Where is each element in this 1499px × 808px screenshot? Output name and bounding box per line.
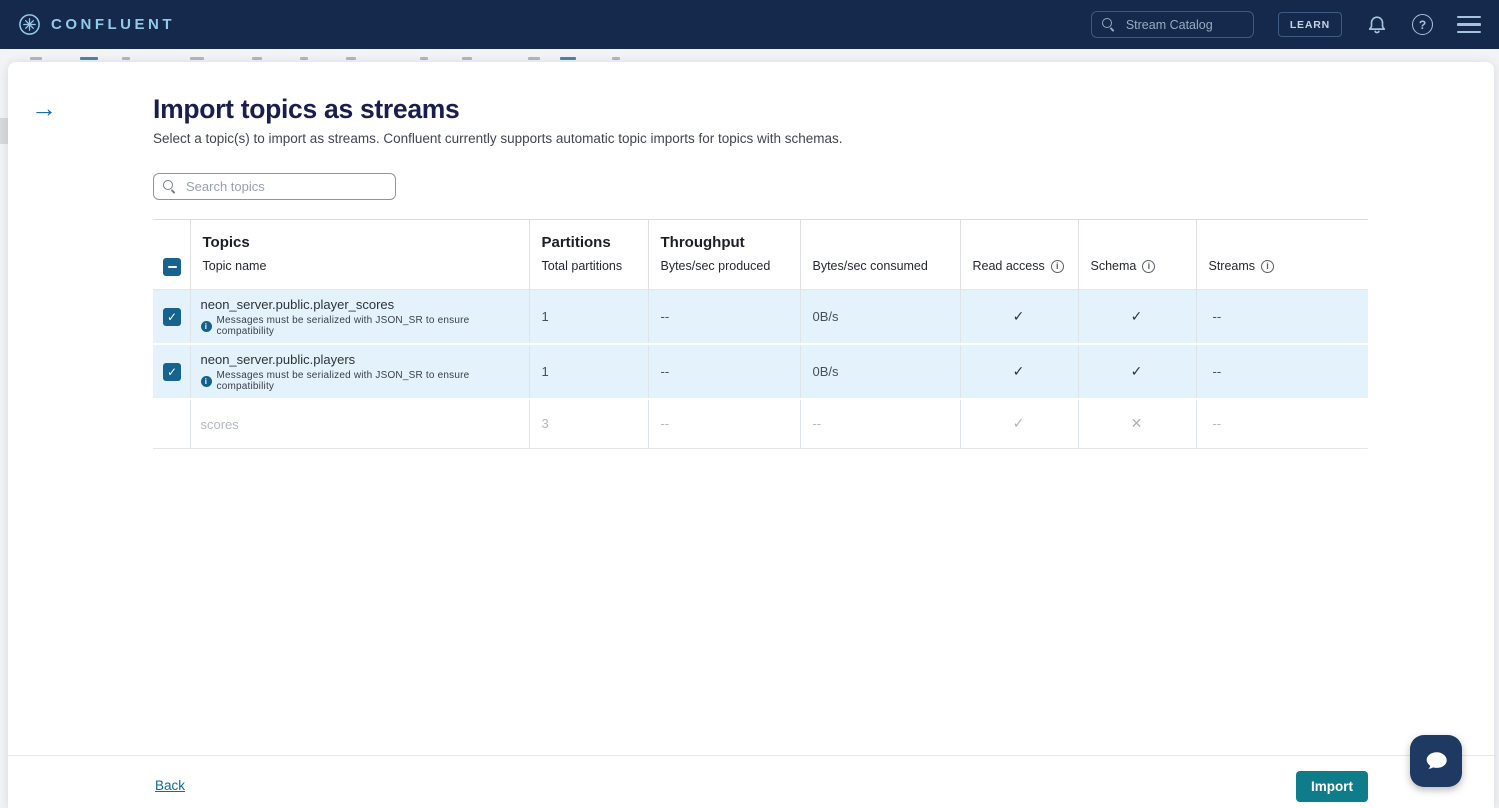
topics-table-head-row: Topics Topic name Partitions Total partitio… [153, 220, 1368, 290]
help-button[interactable]: ? [1412, 14, 1433, 35]
confluent-logo[interactable]: CONFLUENT [18, 13, 175, 36]
column-group-label: Partitions [542, 231, 648, 254]
column-group-label [1209, 231, 1369, 254]
cell-total-partitions: 1 [529, 290, 648, 345]
cell-total-partitions: 1 [529, 344, 648, 399]
row-checkbox-cell: ✓ [153, 290, 190, 345]
column-group-label [973, 231, 1078, 254]
column-sub-label: Topic name [203, 259, 529, 273]
notifications-button[interactable] [1366, 14, 1388, 36]
main-menu-button[interactable] [1457, 16, 1481, 33]
column-sub-label: Schemai [1091, 259, 1196, 273]
cell-read-access: ✓ [960, 290, 1078, 345]
column-group-label: Topics [203, 231, 529, 254]
column-sub-label: Read accessi [973, 259, 1078, 273]
topic-name-cell: scores [190, 399, 529, 448]
column-header-topic-name: Topics Topic name [190, 220, 529, 290]
cell-bytes-produced: -- [648, 290, 800, 345]
topic-name-cell: neon_server.public.player_scores iMessage… [190, 290, 529, 345]
row-checkbox[interactable]: ✓ [163, 363, 181, 381]
search-icon [1102, 18, 1115, 31]
topic-note: iMessages must be serialized with JSON_S… [201, 370, 523, 392]
row-checkbox[interactable]: ✓ [163, 308, 181, 326]
cell-schema: ✓ [1078, 344, 1196, 399]
top-navbar: CONFLUENT LEARN ? [0, 0, 1499, 49]
column-group-label [1091, 231, 1196, 254]
topic-name: scores [201, 417, 523, 432]
topic-name: neon_server.public.players [201, 352, 523, 367]
stream-catalog-search[interactable] [1091, 11, 1254, 38]
help-icon: ? [1412, 14, 1433, 35]
cell-streams: -- [1196, 290, 1368, 345]
topic-row: scores3----✓✕-- [153, 399, 1368, 448]
info-icon: i [201, 376, 212, 387]
column-sub-label: Streamsi [1209, 259, 1369, 273]
topic-row: ✓ neon_server.public.player_scores iMessag… [153, 290, 1368, 345]
topic-name: neon_server.public.player_scores [201, 297, 523, 312]
chat-launcher-button[interactable] [1410, 735, 1462, 787]
column-group-label: Throughput [661, 231, 800, 254]
column-sub-label: Total partitions [542, 259, 648, 273]
search-icon [163, 180, 176, 193]
cell-bytes-produced: -- [648, 344, 800, 399]
footer-divider [8, 755, 1494, 756]
page-subtitle: Select a topic(s) to import as streams. … [153, 131, 843, 146]
cell-read-access: ✓ [960, 344, 1078, 399]
topics-table-body: ✓ neon_server.public.player_scores iMessag… [153, 290, 1368, 449]
info-icon: i [201, 321, 212, 332]
topic-row: ✓ neon_server.public.players iMessages mus… [153, 344, 1368, 399]
cell-bytes-consumed: 0B/s [800, 290, 960, 345]
import-topics-panel: → Import topics as streams Select a topi… [8, 62, 1494, 808]
info-icon[interactable]: i [1261, 260, 1274, 273]
cell-bytes-consumed: 0B/s [800, 344, 960, 399]
cell-bytes-produced: -- [648, 399, 800, 448]
learn-button[interactable]: LEARN [1278, 12, 1342, 37]
topic-note: iMessages must be serialized with JSON_S… [201, 315, 523, 337]
hamburger-icon [1457, 16, 1481, 33]
column-header-streams: Streamsi [1196, 220, 1368, 290]
column-header-schema: Schemai [1078, 220, 1196, 290]
column-group-label [813, 231, 960, 254]
import-button[interactable]: Import [1296, 771, 1368, 802]
column-sub-label: Bytes/sec consumed [813, 259, 960, 273]
select-all-cell [153, 220, 190, 290]
cell-streams: -- [1196, 399, 1368, 448]
column-header-bytes-sec-consumed: Bytes/sec consumed [800, 220, 960, 290]
brand-wordmark: CONFLUENT [51, 16, 175, 33]
topic-name-cell: neon_server.public.players iMessages must… [190, 344, 529, 399]
breadcrumb [0, 49, 1499, 62]
cell-read-access: ✓ [960, 399, 1078, 448]
cell-schema: ✓ [1078, 290, 1196, 345]
collapse-panel-arrow-icon[interactable]: → [31, 95, 57, 121]
stream-catalog-search-input[interactable] [1124, 17, 1243, 33]
topics-table: Topics Topic name Partitions Total partitio… [153, 219, 1368, 449]
cell-schema: ✕ [1078, 399, 1196, 448]
confluent-logo-icon [18, 13, 41, 36]
row-checkbox-cell: ✓ [153, 344, 190, 399]
cell-streams: -- [1196, 344, 1368, 399]
page-title: Import topics as streams [153, 94, 460, 125]
info-icon[interactable]: i [1051, 260, 1064, 273]
back-link[interactable]: Back [155, 778, 185, 793]
column-header-read-access: Read accessi [960, 220, 1078, 290]
collapsed-panel-tab [0, 118, 8, 144]
select-all-checkbox[interactable] [163, 258, 181, 276]
row-checkbox-cell [153, 399, 190, 448]
bell-icon [1366, 14, 1388, 36]
column-header-bytes-sec-produced: Throughput Bytes/sec produced [648, 220, 800, 290]
topics-table-wrap: Topics Topic name Partitions Total partitio… [153, 219, 1368, 449]
cell-total-partitions: 3 [529, 399, 648, 448]
info-icon[interactable]: i [1142, 260, 1155, 273]
topic-search[interactable] [153, 173, 396, 200]
chat-bubble-icon [1422, 747, 1450, 775]
cell-bytes-consumed: -- [800, 399, 960, 448]
topic-search-input[interactable] [184, 178, 386, 195]
column-sub-label: Bytes/sec produced [661, 259, 800, 273]
column-header-total-partitions: Partitions Total partitions [529, 220, 648, 290]
